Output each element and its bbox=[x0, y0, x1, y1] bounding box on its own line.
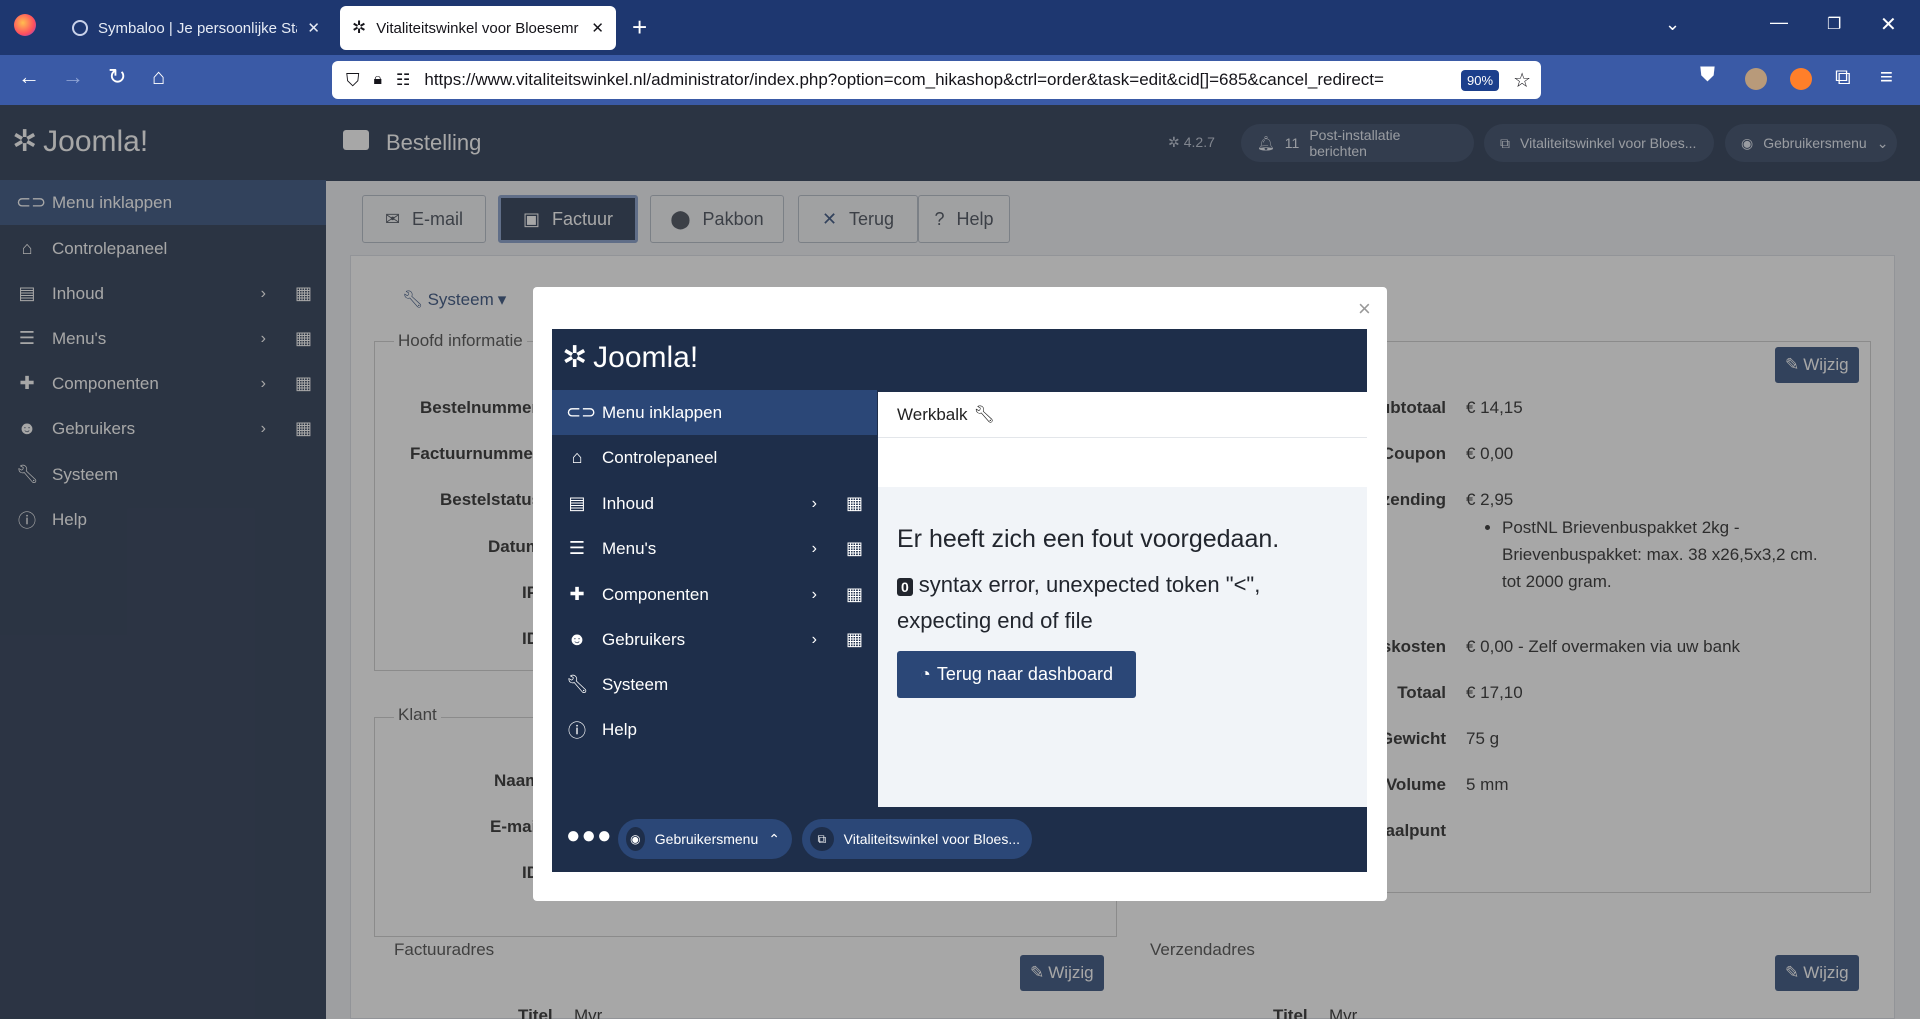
forward-icon[interactable]: → bbox=[62, 64, 84, 90]
pocket-icon[interactable]: ⛊ bbox=[1700, 64, 1715, 87]
minimize-button[interactable]: — bbox=[1770, 12, 1788, 33]
back-icon[interactable]: ← bbox=[18, 64, 40, 90]
modal-close-button[interactable]: × bbox=[1358, 296, 1371, 322]
modal-sidebar-item-componenten[interactable]: ✚ Componenten › ▦ bbox=[552, 572, 877, 617]
modal-sidebar-item-controlepaneel[interactable]: ⌂ Controlepaneel bbox=[552, 435, 877, 480]
modal-sidebar-item-inhoud[interactable]: ▤ Inhoud › ▦ bbox=[552, 481, 877, 526]
modal-user-menu[interactable]: ◉ Gebruikersmenu ⌃ bbox=[618, 819, 792, 859]
firefox-icon[interactable] bbox=[14, 14, 36, 36]
new-tab-button[interactable]: + bbox=[632, 12, 647, 43]
tab-vitaliteitswinkel[interactable]: ✲ Vitaliteitswinkel voor Bloesemr ✕ bbox=[340, 6, 616, 50]
chevron-right-icon[interactable]: › bbox=[812, 631, 817, 649]
werkbalk-bar[interactable]: Werkbalk 🔧︎ bbox=[878, 392, 1367, 437]
extensions-puzzle-icon[interactable]: ⧉ bbox=[1835, 64, 1851, 90]
modal-sidebar-item-menus[interactable]: ☰ Menu's › ▦ bbox=[552, 526, 877, 571]
restore-button[interactable]: ❐ bbox=[1827, 14, 1841, 34]
joomla-logo-icon: ✲ bbox=[562, 341, 588, 374]
url-text[interactable]: https://www.vitaliteitswinkel.nl/adminis… bbox=[424, 70, 1424, 90]
url-bar[interactable]: ⛉ 🔒︎ ☷ https://www.vitaliteitswinkel.nl/… bbox=[332, 61, 1541, 99]
reload-icon[interactable]: ↻ bbox=[108, 64, 126, 90]
puzzle-icon: ✚ bbox=[569, 584, 585, 604]
error-title: Er heeft zich een fout voorgedaan. bbox=[897, 525, 1280, 553]
tab-title: Symbaloo | Je persoonlijke Start bbox=[98, 19, 298, 37]
chevron-right-icon[interactable]: › bbox=[812, 586, 817, 604]
external-link-icon: ⧉ bbox=[810, 827, 834, 851]
dashboard-grid-icon[interactable]: ▦ bbox=[846, 493, 863, 514]
wrench-icon: 🔧︎ bbox=[566, 674, 589, 694]
back-to-dashboard-button[interactable]: ◔ Terug naar dashboard bbox=[897, 651, 1136, 698]
close-tab-icon[interactable]: ✕ bbox=[307, 19, 320, 37]
dashboard-grid-icon[interactable]: ▦ bbox=[846, 629, 863, 650]
users-icon: ☻ bbox=[567, 629, 587, 649]
shield-icon[interactable]: ⛉ bbox=[346, 70, 360, 91]
toggle-icon: ⊂⊃ bbox=[566, 402, 597, 422]
list-all-tabs-icon[interactable]: ⌄ bbox=[1665, 14, 1680, 35]
joomla-icon: ✲ bbox=[352, 18, 367, 37]
dashboard-grid-icon[interactable]: ▦ bbox=[846, 584, 863, 605]
lock-icon[interactable]: 🔒︎ bbox=[374, 71, 383, 89]
modal-logo: ✲ Joomla! bbox=[562, 340, 699, 375]
dashboard-grid-icon[interactable]: ▦ bbox=[846, 538, 863, 559]
close-window-button[interactable]: ✕ bbox=[1880, 12, 1897, 37]
permissions-icon[interactable]: ☷ bbox=[396, 70, 410, 90]
zoom-level[interactable]: 90% bbox=[1461, 69, 1500, 91]
modal-sidebar-item-menu-inklappen[interactable]: ⊂⊃ Menu inklappen bbox=[552, 390, 877, 435]
user-icon: ◉ bbox=[626, 827, 645, 851]
menu-icon[interactable]: ≡ bbox=[1880, 64, 1893, 90]
modal-sidebar-item-help[interactable]: ⓘ Help bbox=[552, 707, 877, 752]
error-code-badge: 0 bbox=[897, 578, 913, 596]
tab-symbaloo[interactable]: Symbaloo | Je persoonlijke Start ✕ bbox=[60, 6, 332, 50]
more-icon[interactable]: ●●● bbox=[566, 822, 613, 850]
dashboard-gauge-icon: ◔ bbox=[920, 664, 931, 684]
extension-icon[interactable] bbox=[1790, 68, 1812, 90]
chevron-up-icon: ⌃ bbox=[768, 830, 780, 847]
list-icon: ☰ bbox=[568, 538, 586, 558]
symbaloo-icon bbox=[72, 20, 88, 36]
wrench-icon: 🔧︎ bbox=[973, 404, 996, 424]
close-tab-icon[interactable]: ✕ bbox=[591, 19, 604, 37]
modal-sidebar-item-gebruikers[interactable]: ☻ Gebruikers › ▦ bbox=[552, 617, 877, 662]
modal-sidebar-item-systeem[interactable]: 🔧︎ Systeem bbox=[552, 662, 877, 707]
toolbar-strip bbox=[878, 437, 1367, 487]
profile-avatar[interactable] bbox=[1745, 68, 1767, 90]
tab-title: Vitaliteitswinkel voor Bloesemr bbox=[376, 19, 579, 37]
chevron-right-icon[interactable]: › bbox=[812, 495, 817, 513]
file-icon: ▤ bbox=[568, 493, 586, 513]
error-message: 0 syntax error, unexpected token "<", exp… bbox=[897, 572, 1261, 633]
bookmark-star-icon[interactable]: ☆ bbox=[1513, 68, 1531, 93]
info-icon: ⓘ bbox=[568, 720, 586, 741]
modal-site-link[interactable]: ⧉ Vitaliteitswinkel voor Bloes... bbox=[802, 819, 1032, 859]
home-icon: ⌂ bbox=[571, 447, 583, 467]
home-icon[interactable]: ⌂ bbox=[152, 64, 165, 90]
chevron-right-icon[interactable]: › bbox=[812, 540, 817, 558]
